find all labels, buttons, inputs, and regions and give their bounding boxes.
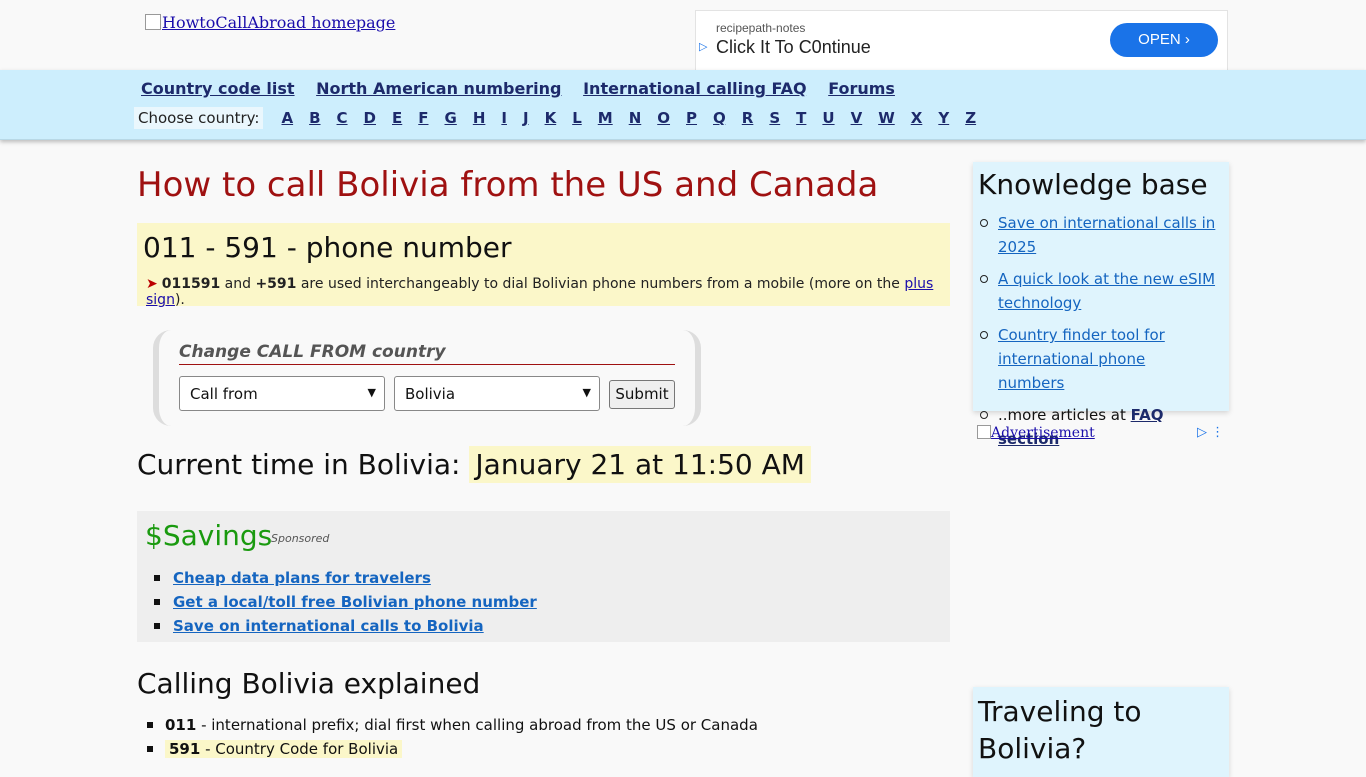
letter-link-l[interactable]: L: [572, 109, 582, 127]
chevron-down-icon: ▼: [367, 386, 376, 399]
list-item: Country finder tool for international ph…: [980, 323, 1216, 395]
letter-link-t[interactable]: T: [796, 109, 806, 127]
savings-link-local-number[interactable]: Get a local/toll free Bolivian phone num…: [173, 593, 537, 611]
ad-brand: recipepath-notes: [716, 21, 806, 35]
change-country-form: Change CALL FROM country Call from ▼ Bol…: [153, 330, 701, 426]
knowledge-base-title: Knowledge base: [978, 168, 1208, 201]
letter-link-s[interactable]: S: [769, 109, 780, 127]
letter-link-a[interactable]: A: [281, 109, 293, 127]
letter-link-j[interactable]: J: [523, 109, 529, 127]
letter-link-h[interactable]: H: [473, 109, 486, 127]
kb-link-save-calls[interactable]: Save on international calls in 2025: [998, 214, 1215, 256]
letter-link-k[interactable]: K: [545, 109, 557, 127]
list-item: 011 - international prefix; dial first w…: [147, 713, 758, 737]
list-item: 591 - Country Code for Bolivia: [147, 737, 758, 761]
list-item: Save on international calls in 2025: [980, 211, 1216, 259]
nav-link-north-american-numbering[interactable]: North American numbering: [316, 79, 561, 98]
chevron-down-icon: ▼: [582, 386, 591, 399]
letter-link-x[interactable]: X: [911, 109, 923, 127]
ad-text: Click It To C0ntinue: [716, 37, 871, 57]
submit-button[interactable]: Submit: [609, 380, 675, 409]
adchoices-icon[interactable]: ▷ ⋮: [1197, 425, 1224, 440]
country-alphabet-nav: Choose country: A B C D E F G H I J K L …: [134, 106, 984, 130]
form-title: Change CALL FROM country: [179, 342, 675, 365]
broken-image-icon: [977, 425, 991, 439]
kb-link-esim[interactable]: A quick look at the new eSIM technology: [998, 270, 1215, 312]
letter-link-v[interactable]: V: [851, 109, 863, 127]
knowledge-base-list: Save on international calls in 2025 A qu…: [980, 211, 1216, 459]
savings-link-data-plans[interactable]: Cheap data plans for travelers: [173, 569, 431, 587]
list-item: Cheap data plans for travelers: [154, 566, 537, 590]
call-from-select[interactable]: Call from ▼: [179, 376, 385, 411]
savings-links: Cheap data plans for travelers Get a loc…: [154, 566, 537, 638]
main-navigation: Country code list North American numberi…: [0, 70, 1366, 140]
nav-links: Country code list North American numberi…: [141, 79, 911, 98]
explained-list: 011 - international prefix; dial first w…: [147, 713, 758, 761]
sponsored-label: Sponsored: [271, 532, 330, 545]
letter-link-o[interactable]: O: [657, 109, 670, 127]
broken-image-icon: [145, 14, 161, 30]
list-item: Get a local/toll free Bolivian phone num…: [154, 590, 537, 614]
mobile-dial-note: ➤ 011591 and +591 are used interchangeabl…: [146, 276, 934, 308]
call-to-select[interactable]: Bolivia ▼: [394, 376, 600, 411]
nav-link-country-code-list[interactable]: Country code list: [141, 79, 295, 98]
letter-link-u[interactable]: U: [822, 109, 834, 127]
letter-link-q[interactable]: Q: [713, 109, 726, 127]
letter-link-m[interactable]: M: [598, 109, 613, 127]
letter-link-p[interactable]: P: [686, 109, 697, 127]
letter-link-i[interactable]: I: [501, 109, 507, 127]
traveling-box: Traveling to Bolivia?: [973, 687, 1229, 777]
top-advertisement[interactable]: ▷ recipepath-notes Click It To C0ntinue …: [695, 10, 1228, 70]
letter-link-y[interactable]: Y: [938, 109, 949, 127]
savings-box: $Savings Sponsored Cheap data plans for …: [137, 511, 950, 642]
traveling-title: Traveling to Bolivia?: [978, 695, 1142, 765]
current-time: Current time in Bolivia: January 21 at 1…: [137, 446, 811, 483]
ad-play-icon: ▷: [699, 40, 708, 53]
letter-link-b[interactable]: B: [309, 109, 320, 127]
kb-link-country-finder[interactable]: Country finder tool for international ph…: [998, 326, 1165, 392]
letter-link-c[interactable]: C: [337, 109, 348, 127]
letter-link-g[interactable]: G: [445, 109, 457, 127]
sidebar-advertisement[interactable]: Advertisement: [977, 425, 1095, 441]
knowledge-base-box: Knowledge base Save on international cal…: [973, 162, 1229, 448]
letter-link-z[interactable]: Z: [965, 109, 976, 127]
letter-link-f[interactable]: F: [418, 109, 428, 127]
letter-link-n[interactable]: N: [629, 109, 642, 127]
current-time-value: January 21 at 11:50 AM: [469, 446, 811, 483]
nav-link-forums[interactable]: Forums: [828, 79, 895, 98]
letter-link-d[interactable]: D: [364, 109, 376, 127]
savings-link-international-calls[interactable]: Save on international calls to Bolivia: [173, 617, 484, 635]
section-title-explained: Calling Bolivia explained: [137, 667, 481, 700]
letter-link-w[interactable]: W: [878, 109, 895, 127]
letter-link-r[interactable]: R: [742, 109, 754, 127]
dialing-format-box: 011 - 591 - phone number ➤ 011591 and +59…: [137, 223, 950, 308]
savings-title: $Savings: [145, 519, 273, 552]
list-item: A quick look at the new eSIM technology: [980, 267, 1216, 315]
chevron-right-icon: ›: [1184, 31, 1190, 48]
list-item: Save on international calls to Bolivia: [154, 614, 537, 638]
letter-link-e[interactable]: E: [392, 109, 402, 127]
arrow-right-icon: ➤: [146, 276, 158, 292]
ad-open-button[interactable]: OPEN ›: [1110, 23, 1218, 57]
dialing-format: 011 - 591 - phone number: [143, 231, 512, 264]
nav-link-international-calling-faq[interactable]: International calling FAQ: [583, 79, 807, 98]
site-logo-link[interactable]: HowtoCallAbroad homepage: [145, 13, 395, 32]
choose-country-label: Choose country:: [134, 107, 264, 129]
page-title: How to call Bolivia from the US and Cana…: [137, 165, 879, 205]
